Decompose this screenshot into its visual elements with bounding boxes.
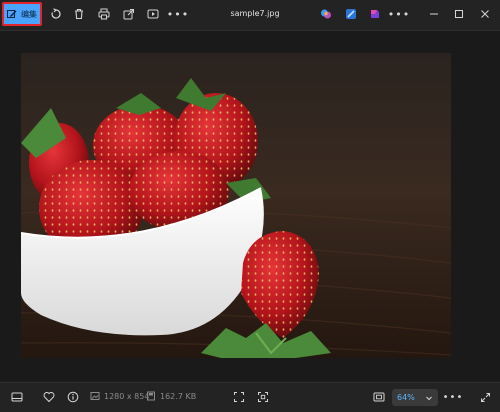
actual-size-icon — [258, 392, 268, 402]
fullscreen-button[interactable] — [478, 390, 492, 404]
slideshow-icon — [147, 9, 159, 19]
frame-icon — [373, 392, 385, 402]
filmstrip-icon — [11, 392, 23, 402]
image-viewer[interactable] — [0, 31, 500, 381]
clipchamp-button[interactable] — [367, 6, 383, 22]
print-icon — [98, 8, 110, 20]
close-button[interactable] — [477, 6, 493, 22]
image-dimensions: 1280 x 854 — [90, 391, 149, 401]
delete-button[interactable] — [71, 6, 87, 22]
print-button[interactable] — [96, 6, 112, 22]
disk-icon — [147, 391, 155, 401]
expand-icon — [480, 392, 490, 402]
minimize-button[interactable] — [426, 6, 442, 22]
designer-button[interactable] — [343, 6, 359, 22]
top-toolbar: 编集 ••• sample7.jpg ••• — [0, 0, 500, 31]
edit-button[interactable]: 编集 — [2, 2, 42, 26]
trash-icon — [75, 8, 83, 20]
more-icon: ••• — [442, 391, 464, 403]
more-icon: ••• — [387, 7, 411, 21]
crop-view-button[interactable] — [372, 390, 386, 404]
minimize-icon — [430, 13, 438, 15]
designer-icon — [346, 9, 356, 19]
rotate-button[interactable] — [48, 6, 64, 22]
share-button[interactable] — [121, 6, 137, 22]
file-info-button[interactable] — [66, 390, 80, 404]
chevron-down-icon — [426, 396, 432, 400]
more-button[interactable]: ••• — [166, 6, 190, 22]
zoom-value: 64% — [397, 393, 415, 402]
file-size-text: 162.7 KB — [160, 391, 197, 401]
copilot-icon — [321, 9, 331, 19]
fit-to-window-button[interactable] — [232, 390, 246, 404]
app-more-button[interactable]: ••• — [387, 6, 411, 22]
actual-size-button[interactable] — [256, 390, 270, 404]
file-size: 162.7 KB — [146, 391, 196, 401]
share-icon — [123, 9, 134, 20]
rotate-icon — [51, 8, 61, 19]
fit-screen-icon — [234, 392, 244, 402]
close-icon — [481, 10, 489, 18]
maximize-icon — [455, 10, 463, 18]
more-icon: ••• — [166, 7, 190, 21]
status-more-button[interactable]: ••• — [443, 390, 463, 404]
image-size-icon — [90, 392, 100, 400]
copilot-button[interactable] — [318, 6, 334, 22]
filmstrip-button[interactable] — [10, 390, 24, 404]
heart-icon — [43, 392, 55, 403]
slideshow-button[interactable] — [145, 6, 161, 22]
edit-button-label: 编集 — [21, 9, 37, 19]
info-icon — [67, 391, 79, 403]
clipchamp-icon — [371, 10, 379, 18]
status-bar: 1280 x 854 162.7 KB 64% ••• — [0, 382, 500, 412]
edit-image-icon — [7, 10, 17, 18]
favorite-button[interactable] — [42, 390, 56, 404]
photo-strawberries-bowl[interactable] — [21, 53, 451, 358]
maximize-button[interactable] — [451, 6, 467, 22]
file-title: sample7.jpg — [230, 9, 280, 18]
dimensions-text: 1280 x 854 — [104, 391, 150, 401]
zoom-dropdown[interactable]: 64% — [392, 389, 438, 406]
